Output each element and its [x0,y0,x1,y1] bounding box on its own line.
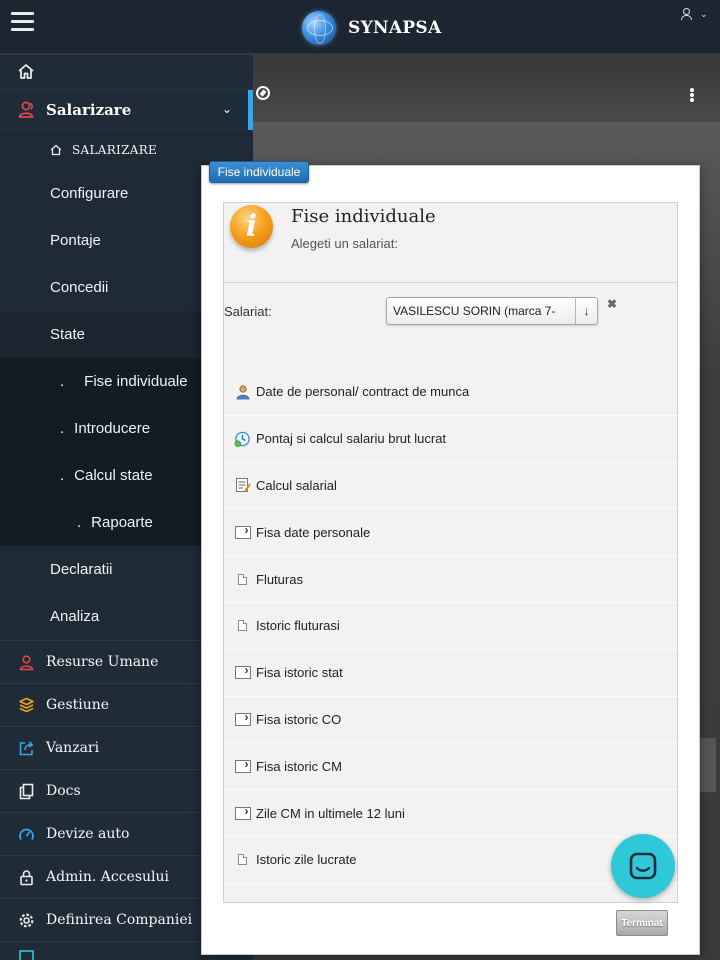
link-label: Istoric zile lucrate [256,852,357,868]
document-arrow-icon [234,663,251,681]
document-arrow-icon [234,757,251,775]
bullet: . [60,467,65,484]
link-label: Calcul salarial [256,477,337,493]
calculator-icon [234,477,251,494]
sidebar-module-label: Gestiune [46,697,110,713]
document-arrow-icon [234,710,251,728]
dialog-header: i Fise individuale Alegeti un salariat: [224,203,677,283]
dialog-title-tab: Fise individuale [209,161,309,183]
sidebar-item-label: SALARIZARE [72,143,158,157]
info-icon: i [230,205,273,248]
salariat-row: Salariat: VASILESCU SORIN (marca 7- ↓ ✖ [224,297,679,331]
link-fisa-istoric-stat[interactable]: Fisa istoric stat [224,650,679,697]
sidebar-item-label: Fise individuale [84,373,188,390]
link-label: Fisa istoric CM [256,758,342,774]
document-icon [234,851,251,868]
link-fisa-istoric-cm[interactable]: Fisa istoric CM [224,743,679,791]
clear-icon[interactable]: ✖ [607,297,617,311]
content-toolbar [253,68,720,122]
hamburger-menu-icon[interactable] [11,12,34,32]
bullet: . [77,514,82,531]
dropdown-arrow-icon[interactable]: ↓ [575,298,597,324]
users-icon [18,101,34,118]
link-calcul-salarial[interactable]: Calcul salarial [224,463,679,510]
link-label: Fluturas [256,571,303,587]
document-arrow-icon [234,523,251,541]
sidebar-module-label: Admin. Accesului [46,869,169,885]
share-icon [17,739,36,758]
speedometer-icon [17,825,36,844]
brand-name: SYNAPSA [348,18,442,38]
chat-icon [629,852,657,880]
sidebar-item-label: Introducere [74,420,151,437]
home-icon [18,64,34,79]
dialog-panel: i Fise individuale Alegeti un salariat: … [223,202,679,903]
sidebar-section-salarizare[interactable]: Salarizare ⌄ [0,90,253,130]
clock-icon [234,430,251,447]
top-bar: SYNAPSA ⌄ [0,0,720,54]
chat-launcher-button[interactable] [611,834,675,898]
bullet: . [60,420,65,437]
document-arrow-icon [234,804,251,822]
link-label: Fisa istoric stat [256,665,343,681]
copy-icon [17,782,36,801]
terminat-button[interactable]: Terminat [616,910,668,936]
brand-logo[interactable]: SYNAPSA [302,11,442,45]
sidebar-module-label: Definirea Companiei [46,912,193,928]
dialog-subtitle: Alegeti un salariat: [291,236,398,251]
link-label: Date de personal/ contract de munca [256,384,470,400]
link-zile-cm[interactable]: Zile CM in ultimele 12 luni [224,790,679,837]
sidebar-item-label: Rapoarte [91,514,153,531]
sidebar-module-label: Vanzari [46,740,100,756]
bullet: . [60,373,65,390]
boxes-icon [17,696,36,715]
report-link-list: Date de personal/ contract de munca Pont… [224,369,679,884]
user-icon [17,653,36,672]
sidebar-home[interactable] [0,55,253,90]
chevron-down-icon: ⌄ [700,8,708,19]
sidebar-module-label: Devize auto [46,826,130,842]
chevron-down-icon: ⌄ [222,102,233,116]
sidebar-module-label: Resurse Umane [46,654,159,670]
salariat-label: Salariat: [224,304,272,319]
link-label: Pontaj si calcul salariu brut lucrat [256,431,447,447]
chart-icon [17,947,36,960]
more-options-icon[interactable] [690,88,694,102]
link-fisa-istoric-co[interactable]: Fisa istoric CO [224,697,679,744]
gear-icon [17,911,36,930]
link-label: Istoric fluturasi [256,618,340,634]
document-icon [234,571,251,588]
link-label: Zile CM in ultimele 12 luni [256,805,405,821]
compass-icon[interactable] [256,86,270,100]
link-fisa-date-personale[interactable]: Fisa date personale [224,509,679,557]
user-menu[interactable]: ⌄ [680,8,708,20]
link-date-personal[interactable]: Date de personal/ contract de munca [224,369,679,416]
sidebar-module-label: Docs [46,783,81,799]
link-istoric-fluturasi[interactable]: Istoric fluturasi [224,603,679,650]
salariat-select[interactable]: VASILESCU SORIN (marca 7- ↓ [386,297,598,325]
home-icon [50,144,62,156]
sidebar-section-label: Salarizare [46,100,132,119]
document-icon [234,617,251,634]
link-pontaj-calcul[interactable]: Pontaj si calcul salariu brut lucrat [224,416,679,463]
salariat-select-value: VASILESCU SORIN (marca 7- [393,304,556,318]
dialog-title: Fise individuale [291,206,436,227]
link-label: Fisa date personale [256,524,371,540]
lock-icon [17,868,36,887]
globe-icon [302,11,336,45]
background-panel [700,738,716,792]
sidebar-item-label: Calcul state [74,467,153,484]
user-icon [680,8,692,20]
link-label: Fisa istoric CO [256,711,342,727]
person-icon [234,383,251,400]
link-fluturas[interactable]: Fluturas [224,556,679,603]
